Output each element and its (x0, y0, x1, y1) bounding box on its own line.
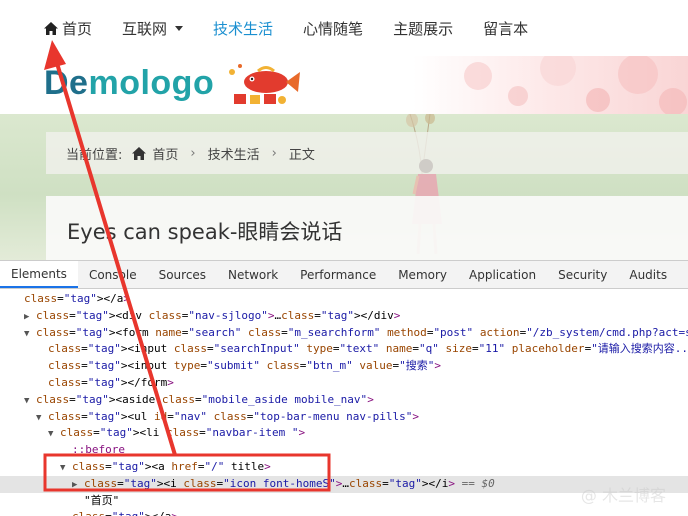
expanded-triangle-icon[interactable]: ▼ (60, 460, 72, 476)
logo-part-1: De (44, 64, 89, 102)
collapsed-triangle-icon[interactable]: ▶ (24, 309, 36, 325)
breadcrumb-current: 正文 (288, 147, 315, 163)
dom-line[interactable]: ▼ class="tag"><form name="search" class="… (0, 325, 688, 342)
nav-item-themes[interactable]: 主题展示 (393, 18, 453, 39)
devtools-tab-audits[interactable]: Audits (618, 261, 678, 288)
devtools-tab-memory[interactable]: Memory (387, 261, 458, 288)
expanded-triangle-icon[interactable]: ▼ (24, 326, 36, 342)
nav-item-tech-life[interactable]: 技术生活 (213, 18, 273, 39)
logo-bar: Demologo (0, 56, 688, 114)
dom-line[interactable]: class="tag"><input class="searchInput" t… (0, 341, 688, 358)
lucky-fish-icon (229, 64, 300, 104)
article-title: Eyes can speak-眼睛会说话 (67, 220, 343, 244)
site-logo[interactable]: Demologo (44, 64, 214, 103)
dom-line-code: class="tag"><input type="submit" class="… (48, 359, 441, 373)
devtools-tab-application[interactable]: Application (458, 261, 547, 288)
content-area: 当前位置: 首页 › 技术生活 › 正文 Eyes can speak-眼睛会说… (0, 114, 688, 260)
dom-line-code: "首页" (84, 493, 120, 507)
dom-line[interactable]: class="tag"></form> (0, 375, 688, 392)
nav-item-label: 首页 (62, 19, 93, 38)
breadcrumb-category[interactable]: 技术生活 (208, 144, 260, 163)
expanded-triangle-icon[interactable]: ▼ (36, 410, 48, 426)
dom-line-code: class="tag"></form> (48, 375, 174, 389)
devtools-tab-performance[interactable]: Performance (289, 261, 387, 288)
dom-line-code: class="tag"><div class="nav-sjlogo">…cla… (36, 308, 401, 322)
logo-part-2: mologo (88, 64, 215, 102)
collapsed-triangle-icon[interactable]: ▶ (72, 477, 84, 493)
dom-line[interactable]: ▼ class="tag"><li class="navbar-item "> (0, 425, 688, 442)
dom-line[interactable]: ▼ class="tag"><a href="/" title> (0, 459, 688, 476)
devtools-tab-network[interactable]: Network (217, 261, 289, 288)
dom-line-code: class="tag"><ul id="nav" class="top-bar-… (48, 409, 419, 423)
dom-line[interactable]: class="tag"></a> (0, 291, 688, 308)
breadcrumb-home[interactable]: 首页 (152, 144, 178, 163)
dom-line-code: class="tag"><a href="/" title> (72, 459, 271, 473)
devtools-tab-elements[interactable]: Elements (0, 261, 78, 288)
devtools-tab-security[interactable]: Security (547, 261, 618, 288)
dom-line[interactable]: ▼ class="tag"><ul id="nav" class="top-bar… (0, 409, 688, 426)
devtools-tab-bar: Elements Console Sources Network Performance… (0, 261, 688, 289)
dom-line-code: class="tag"><li class="navbar-item "> (60, 426, 306, 440)
nav-item-label: 留言本 (483, 19, 529, 38)
nav-item-label: 技术生活 (213, 19, 274, 38)
home-icon[interactable] (132, 146, 147, 160)
nav-item-label: 心情随笔 (303, 19, 364, 38)
nav-item-internet[interactable]: 互联网 (122, 18, 184, 39)
decorative-bubbles (464, 56, 687, 114)
dom-line-code: class="tag"></a> (24, 292, 130, 305)
home-icon (44, 21, 58, 35)
watermark: @ 木兰博客 (580, 486, 666, 505)
expanded-triangle-icon[interactable]: ▼ (24, 393, 36, 409)
devtools-tab-sources[interactable]: Sources (148, 261, 217, 288)
chevron-right-icon: › (271, 145, 277, 161)
breadcrumb: 当前位置: 首页 › 技术生活 › 正文 (46, 132, 688, 174)
nav-item-mood[interactable]: 心情随笔 (303, 18, 363, 39)
dom-line-code: class="tag"><form name="search" class="m… (36, 325, 688, 339)
dom-line[interactable]: ▶ class="tag"><div class="nav-sjlogo">…cl… (0, 308, 688, 325)
devtools-panel: Elements Console Sources Network Performance… (0, 260, 688, 516)
dom-line-code: class="tag"><aside class="mobile_aside m… (36, 392, 374, 406)
dom-line-code: class="tag"><input class="searchInput" t… (48, 342, 688, 356)
breadcrumb-prefix: 当前位置: (66, 147, 123, 163)
nav-item-guestbook[interactable]: 留言本 (483, 18, 528, 39)
chevron-down-icon (175, 25, 184, 31)
dom-line-code: ::before (72, 443, 125, 457)
top-navigation: 首页 互联网 技术生活 心情随笔 主题展示 留言本 (0, 0, 688, 56)
dom-line[interactable]: ▼ class="tag"><aside class="mobile_aside … (0, 392, 688, 409)
nav-item-label: 主题展示 (393, 19, 454, 38)
dom-line[interactable]: class="tag"></a> (0, 509, 688, 516)
devtools-tab-console[interactable]: Console (78, 261, 148, 288)
chevron-right-icon: › (190, 145, 196, 161)
expanded-triangle-icon[interactable]: ▼ (48, 426, 60, 442)
dom-line[interactable]: class="tag"><input type="submit" class="… (0, 358, 688, 375)
dom-line-code: class="tag"></a> (72, 510, 178, 516)
dom-line[interactable]: ::before (0, 442, 688, 459)
article-card: Eyes can speak-眼睛会说话 (46, 196, 688, 260)
nav-item-home[interactable]: 首页 (44, 18, 92, 39)
dom-line-code: class="tag"><i class="icon font-homeS">…… (84, 476, 495, 490)
nav-item-label: 互联网 (122, 19, 168, 38)
